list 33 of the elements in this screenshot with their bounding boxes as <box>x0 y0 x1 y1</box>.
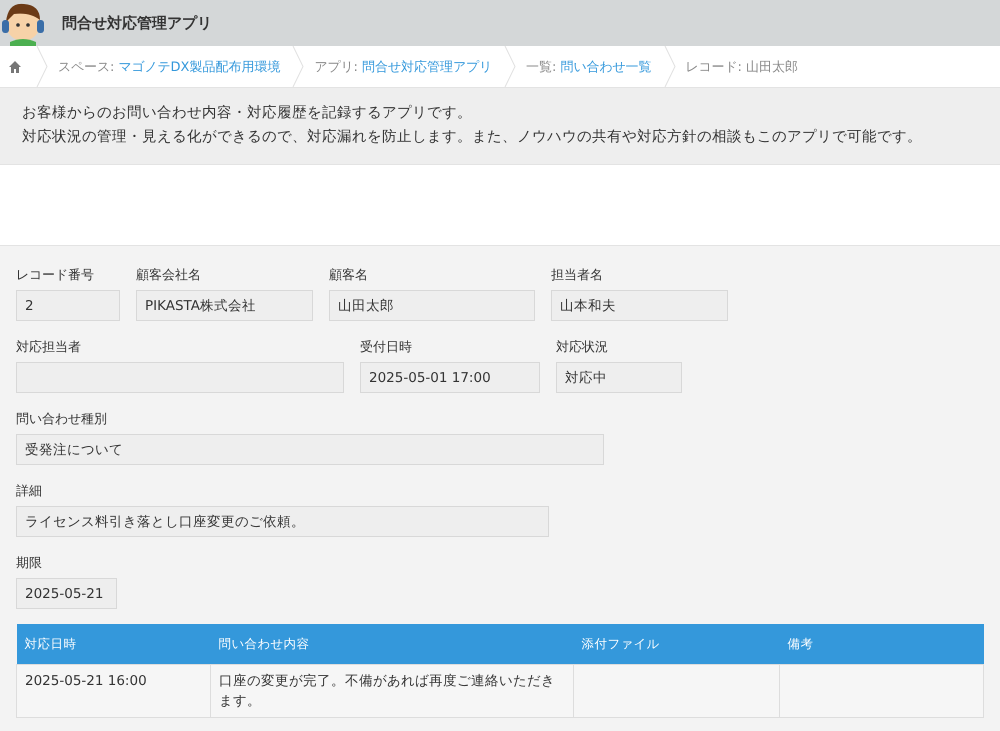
column-header: 問い合わせ内容 <box>210 624 574 664</box>
breadcrumb-item[interactable]: スペース: マゴノテDX製品配布用環境 <box>58 58 280 76</box>
column-header: 対応日時 <box>16 624 211 664</box>
field-value: 受発注について <box>16 434 604 465</box>
field-value: 山本和夫 <box>551 290 728 321</box>
description-text: 対応状況の管理・見える化ができるので、対応漏れを防止します。また、ノウハウの共有や対応方針の相談もこのアプリで可能です。 <box>22 128 923 147</box>
field-label: レコード番号 <box>16 267 95 282</box>
home-icon[interactable] <box>8 60 22 74</box>
field-label: 担当者名 <box>551 267 604 282</box>
field-value: 山田太郎 <box>329 290 535 321</box>
field-label: 期限 <box>16 555 43 570</box>
field-label: 顧客会社名 <box>136 267 202 282</box>
table-cell: 2025-05-21 16:00 <box>16 664 211 718</box>
field-value: ライセンス料引き落とし口座変更のご依頼。 <box>16 506 549 537</box>
breadcrumb-item[interactable]: アプリ: 問合せ対応管理アプリ <box>314 58 492 76</box>
field-value: PIKASTA株式会社 <box>136 290 313 321</box>
table-cell: 口座の変更が完了。不備があれば再度ご連絡いただきます。 <box>210 664 574 718</box>
description-text: お客様からのお問い合わせ内容・対応履歴を記録するアプリです。 <box>22 104 473 123</box>
field-label: 詳細 <box>16 483 43 498</box>
field-label: 受付日時 <box>360 339 413 354</box>
column-header: 添付ファイル <box>574 624 780 664</box>
field-value: 2025-05-21 <box>16 578 117 609</box>
field-value: 2025-05-01 17:00 <box>360 362 540 393</box>
field-label: 問い合わせ種別 <box>16 411 108 426</box>
field-label: 対応状況 <box>556 339 609 354</box>
field-label: 対応担当者 <box>16 339 82 354</box>
app-title: 問合せ対応管理アプリ <box>62 14 212 32</box>
breadcrumb-item[interactable]: 一覧: 問い合わせ一覧 <box>526 58 652 76</box>
field-value: 2 <box>16 290 120 321</box>
breadcrumb-item: レコード: 山田太郎 <box>686 58 798 76</box>
field-label: 顧客名 <box>329 267 369 282</box>
column-header: 備考 <box>780 624 984 664</box>
field-value: 対応中 <box>556 362 682 393</box>
